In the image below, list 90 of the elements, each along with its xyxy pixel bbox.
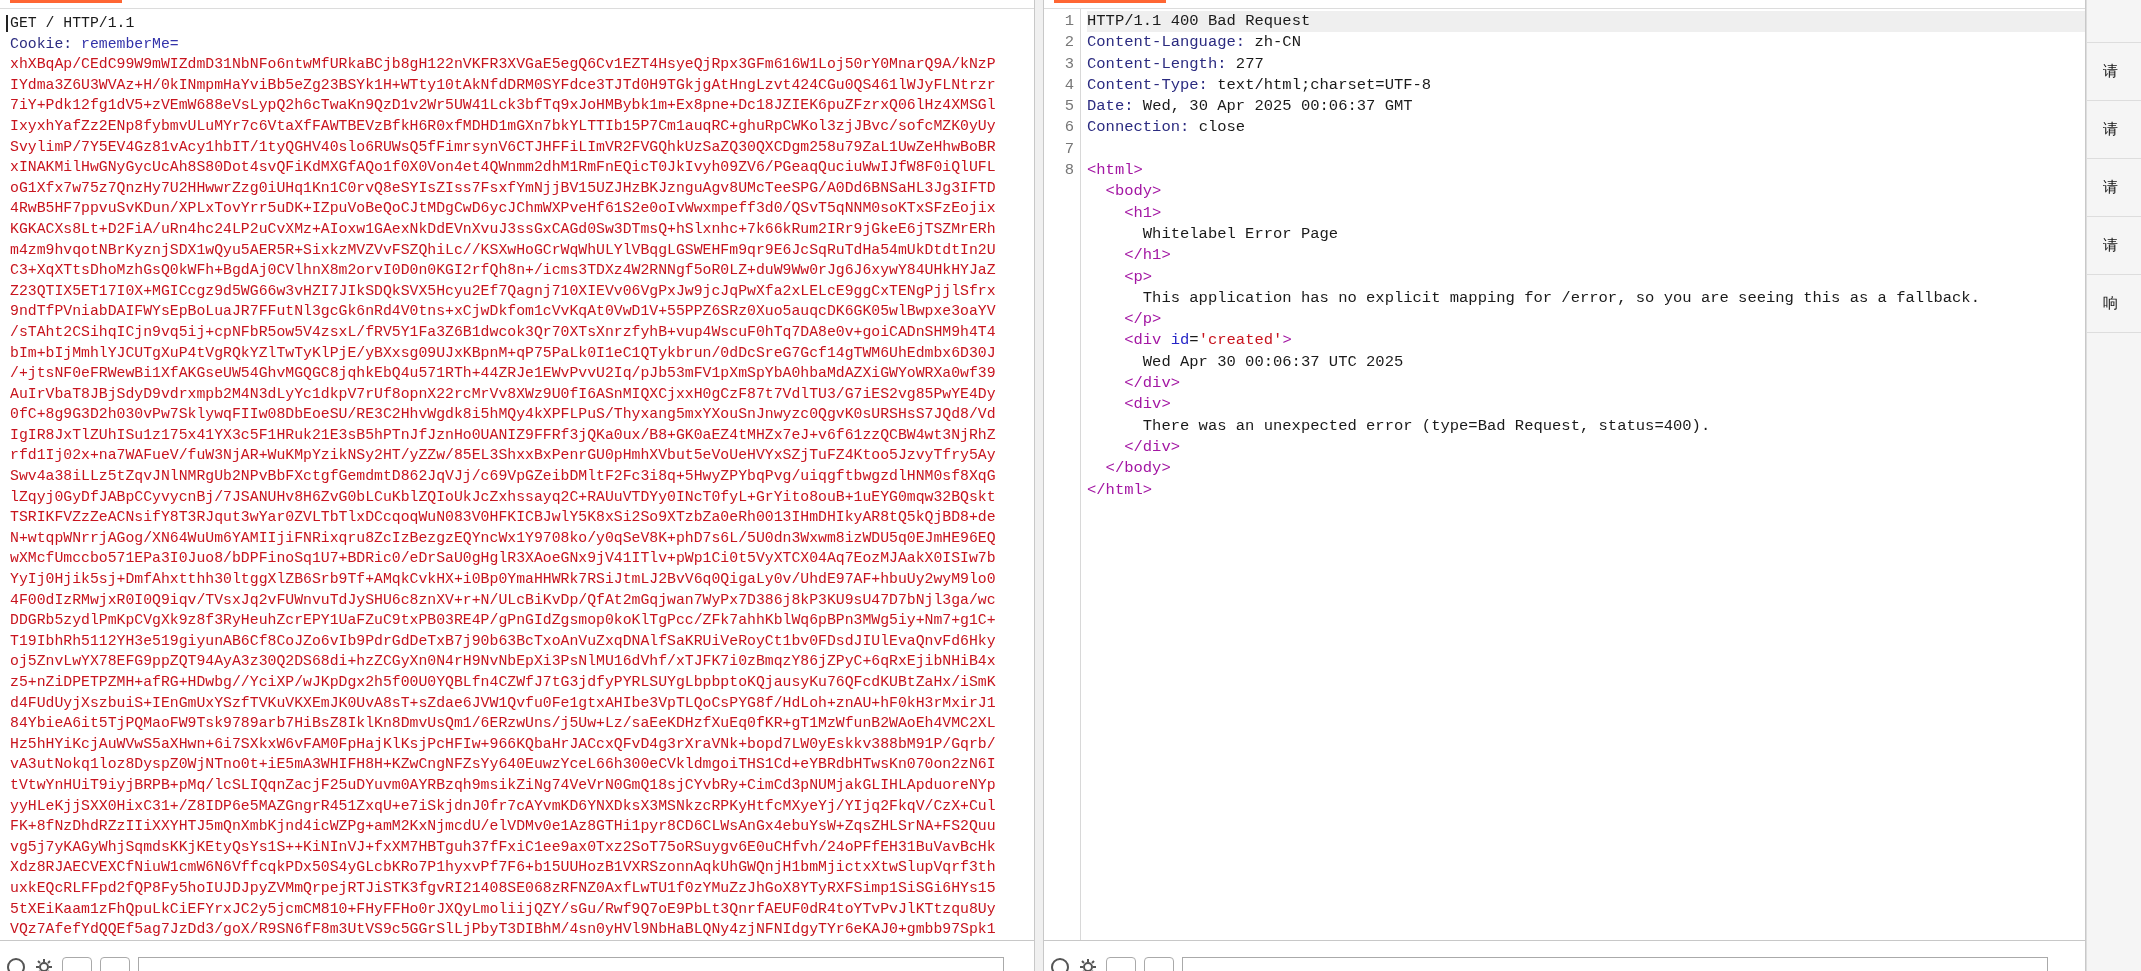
- html-tag: <div>: [1124, 395, 1171, 414]
- cookie-value: lZqyj0GyDfJABpCCyvycnBj/7JSANUHv8H6ZvG0bLCuKblZQIoUkJcZxhssayq2C+RAUuVTDYy0INcT0fyL+GrYito8ouB+1uEYG0mqw32BQskt: [10, 488, 996, 505]
- cookie-value: YyIj0Hjik5sj+DmfAhxtthh30ltggXlZB6Srb9Tf+AMqkCvkHX+i0Bp0YmaHHWRk7RSiJtmLJ2BvV6q0QigaLy0v/UhdE97AF+hbuUy2wyM9lo0: [10, 571, 996, 588]
- html-tag: </h1>: [1124, 246, 1171, 265]
- cookie-value: SvylimP/7Y5EV4Gz81vAcy1hbIT/1tyQGHV40slo6RUWsQ5fFimrsynV6CTJHFFiLImVR2FVGQhkUzSaZQ30QXCDgm258u79ZaL1UwZeHhwBoBR: [10, 138, 996, 155]
- html-tag: <div: [1124, 331, 1162, 350]
- cookie-value: DDGRb5zydlPmKpCVgXk9z8f3RyHeuhZcrEPY1UaFZuC9txPB03RE4P/gPnGIdZgsmop0koKlTgPcc/ZFk7ahhKblWq6pBPn3MWg5iy+Nm7+g1C+: [10, 612, 996, 629]
- cookie-value: Xdz8RJAECVEXCfNiuW1cmW6N6VffcqkPDx50S4yGLcbKRo7P1hyxvPf7F6+b15UUHozB1VXRSzonnAqkUhGWQnjH1bmMjictxXtwSlupVqrf3th: [10, 859, 996, 876]
- help-icon[interactable]: [6, 957, 26, 971]
- attribute-value: 'created': [1198, 331, 1283, 350]
- cookie-value: N+wtqpWNrrjAGog/XN64WuUm6YAMIIjiFNRixqru8ZcIzBezgzEQYncWx1Y9708ko/y0qSeV8K+phD7s6L/5U0dn3Wxwm8izWDU5q0EJmHE96EQ: [10, 529, 996, 546]
- header-value: Wed, 30 Apr 2025 00:06:37 GMT: [1142, 97, 1413, 116]
- html-tag: <html>: [1087, 161, 1143, 180]
- cookie-value: rfd1Ij02x+na7WAFueV/fuW3NjAR+WuKMpYzikNSy2HT/yZZw/85EL3ShxxBxPenrGU0pHmhXVbut5eVoUeHVYxSZjTuFZ4Ktoo5JzvyTfry5Ay: [10, 447, 996, 464]
- cookie-value: oG1Xfx7w75z7QnzHy7U2HHwwrZzg0iUHq1Kn1C0rvQ8eSYIsZIss7FsxfYmNjjBV15UZJHzBKJznguAgv8UMcTeeSPG/A0Dd6BNSaHL3Jg3IFTD: [10, 179, 996, 196]
- header-value: zh-CN: [1254, 33, 1301, 52]
- header-value: close: [1198, 118, 1246, 137]
- cookie-value: m4zm9hvqotNBrKyznjSDX1wQyu5AER5R+SixkzMVZVvFSZQhiLc//KSXwHoGCrWqWhULYlVBqgLGSWEHFm9qr9E6JcSqRuTdHa54mUkDtdtIn2U: [10, 241, 996, 258]
- cookie-value: TSRIKFVZzZeACNsifY8T3RJqut3wYar0ZVLTbTlxDCcqoqWuN083V0HFKICBJwlY5K8xSi2So9XTzbZa0eRh0013IHmDHIkyAR8tQ5kQjBD8+de: [10, 509, 996, 526]
- html-tag: </body>: [1105, 459, 1171, 478]
- cookie-value: tVtwYnHUiT9iyjBRPB+pMq/lcSLIQqnZacjF25uDYuvm0AYRBzqh9msikZiNg74VeVrN0GmQ18sjCYvbRy+CimCd3pNUMjakGLIHLApduoreNYp: [10, 776, 996, 793]
- cookie-value: 5tXEiKaam1zFhQpuLkCiEFYrxJC2y5jcmCM810+FHyFFHo0rJXQyLmoliijQZY/sGu/Rwf9Q7oE9PbLt3QnrfAEUF0dR4toYTvPvJlKTtzqu8Uy: [10, 900, 996, 917]
- gear-icon[interactable]: [34, 957, 54, 971]
- cookie-value: xhXBqAp/CEdC99W9mWIZdmD31NbNFo6ntwMfURkaBCjb8gH122nVKFR3XVGaE5egQ6Cv1EZT4HsyeQjRpx3GFm616W1Loj50rY0MnarQ9A/kNzP: [10, 56, 996, 73]
- cookie-value: IxyxhYafZz2ENp8fybmvULuMYr7c6VtaXfFAWTBEVzBfkH6R0xfMDHD1mGXn7bkYLTTIb15P7Cm1auqRC+ghuRpCWKol3zjJBvc/sofcMZK0yUy: [10, 117, 996, 134]
- line-number: 5: [1063, 96, 1075, 118]
- cookie-value: T19IbhRh5112YH3e519giyunAB6Cf8CoJZo6vIb9PdrGdDeTxB7j90b63BcTxoAnVuZxqDNAlfSaKRUiVeRoyCt1bv0FDsdJIUlEvaQnvFd6Hky: [10, 632, 996, 649]
- help-icon[interactable]: [1050, 957, 1070, 971]
- cookie-value: IYdma3Z6U3WVAz+H/0kINmpmHaYviBb5eZg23BSYk1H+WTty10tAkNfdDRM0SYFdce3TJTd0H9TGkjgAtHngLzvt424CGu0QS461lWJyFLNtrzr: [10, 76, 996, 93]
- header-name: Content-Language:: [1087, 33, 1246, 52]
- line-number: 4: [1063, 74, 1075, 96]
- cookie-value: 4F00dIzRMwjxR0I0Q9iqv/TVsxJq2vFUWnvuTdJySHU6c8znXV+r+N/ULcBiKvDp/QfAt2mGqjwan7WyPx7D386j8kP3KU9sU47D7bNjl3ga/wc: [10, 591, 996, 608]
- header-name: Connection:: [1087, 118, 1190, 137]
- cookie-value: uxkEQcRLFFpd2fQP8Fy5hoIUJDJpyZVMmQrpejRTJiSTK3fgvRI21408SE068zRFNZ0AxfLwTU1f0zYMuZzJhGoX8YTyRXFSimp1SiSGi6HYs15: [10, 879, 996, 896]
- cookie-value: C3+XqXTtsDhoMzhGsQ0kWFh+BgdAj0CVlhnX8m2orvI0D0n0KGI2rfQh8n+/icms3TDXz4W2RNNgf5oR0LZ+duW9Ww0rJg6J6xywY84UHkHYJaZ: [10, 262, 996, 279]
- cookie-value: xINAKMilHwGNyGycUcAh8S80Dot4svQFiKdMXGfAQo1f0X0Von4et4QWnmm2dhM1RmFnEQicT0JkIvyh09ZV6/PGeaqQuciuWwIJfW8F0iQlUFL: [10, 159, 996, 176]
- header-name: Content-Length:: [1087, 54, 1227, 73]
- equals-sign: =: [1189, 331, 1199, 350]
- html-tag: <h1>: [1124, 203, 1162, 222]
- html-tag: <p>: [1124, 267, 1153, 286]
- line-number: 1: [1063, 11, 1075, 32]
- cookie-value: Hz5hHYiKcjAuWVwS5aXHwn+6i7SXkxW6vFAM0FpHajKlKsjPcHFIw+966KQbaHrJACcxQFvD4g3rXraVNk+bopd7LW0yEskkv388bM91P/Gqrb/: [10, 735, 996, 752]
- request-line: GET / HTTP/1.1: [10, 15, 135, 31]
- html-tag: </html>: [1087, 480, 1153, 499]
- cookie-value: Z23QTIX5ET17I0X+MGICcgz9d5WG66w3vHZI7JIkSDQkSVX5Hcyu2Ef7Qagnj710XIEVv06VgPxJw9jcJqPwXfa2xLELcE9ggCxTENgPjjlSfrx: [10, 282, 996, 299]
- cookie-value: z5+nZiDPETPZMH+afRG+HDwbg//YciXP/wJKpDgx2h5f00U0YQBLfn4CZWfJ7tG3jdfyPYRLSUYgLbpbptoKQjausyKu76QFcdKUBtZaHx/iSmK: [10, 674, 996, 690]
- cookie-value: Swv4a38iLLz5tZqvJNlNMRgUb2NPvBbFXctgfGemdmtD862JqVJj/c69VpGZeibDMltF2Fc3i8q+5HwyZPYbqPvg/uiqgftbwgzdlHNM0sf8XqG: [10, 468, 996, 485]
- body-text: Whitelabel Error Page: [1142, 224, 1339, 243]
- body-text: This application has no explicit mapping for /error, so you are seeing this as a fallback.: [1142, 288, 1980, 307]
- cookie-value: oj5ZnvLwYX78EFG9ppZQT94AyA3z30Q2DS68di+hzZCGyXn0N4rH9NvNbEpXi3PsNlMU16dVhf/xTJFK7i0zBmqzY86jZPyC+6qRxEjibNHiB4x: [10, 653, 996, 670]
- line-number: 2: [1063, 32, 1075, 54]
- html-tag: </div>: [1124, 374, 1180, 393]
- cookie-value: KGKACXs8Lt+D2FiA/uRn4hc24LP2uCvXMz+AIoxw1GAexNkDdEVnXvuJ3ssGxCAGd0Sw3DTmsQ+hSlxnhc+7k66kRum2IRr9jGkeE6jTSZMrERh: [10, 220, 996, 237]
- cookie-value: bIm+bIjMmhlYJCUTgXuP4tVgRQkYZlTwTyKlPjE/yBXxsg09UJxKBpnM+qP75PaLk0I1eC1QTykbrun/0dDcSreG7Gcf14gTWM6UhEdmbx6D30J: [10, 344, 996, 361]
- body-text: There was an unexpected error (type=Bad Request, status=400).: [1142, 416, 1711, 435]
- cookie-value: /sTAht2CSihqICjn9vq5ij+cpNFbR5ow5V4zsxL/fRV5Y1Fa3Z6B1dwcok3Qr70XTsXnrzfyhB+vup4WscuF0hTq7DA8e0v+goiCADnSHM9h4T4: [10, 323, 996, 340]
- attribute-name: id: [1170, 331, 1190, 350]
- cookie-value: /+jtsNF0eFRWewBi1XfAKGseUW54GhvMGQGC8jqhkEbQ4u571RTh+44ZRJe1EWvPvvU2Iq/pJb53mFV1pXmSpYbA0hbaMdAZXiGWYoWRXa0wf39: [10, 365, 996, 382]
- cookie-value: 9ndTfPVniabDAIFWYsEpBoLuaJR7FFutNl3gcGk6nRd4V0tns+xCjwDkfom1cVvKqAt0VwD1V+55PPZ6SRz0Xuo5auqcDK6GK05wlBwpxe3oaYV: [10, 303, 996, 320]
- html-tag: </p>: [1124, 310, 1162, 329]
- header-name: Date:: [1087, 97, 1134, 116]
- cookie-value: VQz7AfefYdQQEf5ag7JzDd3/goX/R9SN6fF8m3UtVS9c5GGrSlLjPbyT3DIBhM/4sn0yHVl9NbHaBLQNy4zjNFNIdgyTYr6eKAJ0+gmbb97Spk1: [10, 921, 996, 938]
- cookie-value: 84YbieA6it5TjPQMaoFW9Tsk9789arb7HiBsZ8IklKn8DmvUsQm1/6ERzwUns/j5Uw+Lz/saEeKDHzfXuEq0fKR+gT1MzWfunB2WAoEh4VMC2XL: [10, 715, 996, 732]
- header-value: 277: [1235, 54, 1264, 73]
- html-tag: >: [1282, 331, 1292, 350]
- cookie-value: vg5j7yKAGyWhjSqmdsKKjKEtyQsYs1S++KiNInVJ+fxXM7HBTguh37fFxiC1ee9ax0Txz2SoT75oRSuygv6E0uCHfvh/24oPFfEH31BuVavBcHk: [10, 838, 996, 855]
- line-number: 3: [1063, 53, 1075, 75]
- header-name: Cookie:: [10, 35, 73, 52]
- line-number: 8: [1063, 160, 1075, 182]
- cookie-value: yyHLeKjjSXX0HixC31+/Z8IDP6e5MAZGngrR451ZxqU+e7iSkjdnJ0fr7cAYvmKD6YNXDksX3MSNkzcRPKyHtfcMXyeYj/YIjq2FkqV/CzX+Cul: [10, 797, 996, 814]
- cookie-value: IgIR8JxTlZUhISu1z175x41YX3c5F1HRuk21E3sB5hPTnJfJznHo0UANIZ9FFRf3jQKa0ux/B8+GK0aEZ4tMHZx7eJ+v6f61zzQCBW4wt3NjRhZ: [10, 426, 996, 443]
- gear-icon[interactable]: [1078, 957, 1098, 971]
- cookie-value: 7iY+Pdk12fg1dV5+zVEmW688eVsLypQ2h6cTwaKn9QzD1v2Wr5UW41Lck3bfTq9xJoHMBybk1m+Ex8pne+Dc18JZIEK6puZFzrxQ06lHz4XMSGl: [10, 97, 996, 114]
- line-number: 7: [1063, 138, 1075, 160]
- header-value: text/html;charset=UTF-8: [1217, 75, 1432, 94]
- cookie-value: 4RwB5HF7ppvuSvKDun/XPLxTovYrr5uDK+IZpuVoBeQoCJtMDgCwD6ycJChmWXPveHf61S2e0oIvWwxmpeff3d0/QSvT5qNNM0soKTxSFzEojix: [10, 200, 996, 217]
- cookie-value: wXMcfUmccbo571EPa3I0Juo8/bDPFinoSq1U7+BDRic0/eDrSaU0gHglR3XAoeGNx9jV41ITlv+pWp1Ci0t5VyXTCX04Aq7EozMJAakX0ISIw7b: [10, 550, 996, 567]
- status-line: HTTP/1.1 400 Bad Request: [1087, 12, 1311, 30]
- header-name: Content-Type:: [1087, 75, 1208, 94]
- html-tag: <body>: [1105, 182, 1162, 201]
- cookie-value: d4FUdUyjXszbuiS+IEnGmUxYSzfTVKuVKXEmJK0UvA8sT+sZdae6JVW1Qvfu0Fe1gtxAHIbe3VpTLQoCsPYG8f/HdLoh+znAU+hF0kH3rMxirJ1: [10, 694, 996, 711]
- line-number: 6: [1063, 117, 1075, 139]
- body-text: Wed Apr 30 00:06:37 UTC 2025: [1142, 352, 1404, 371]
- cookie-value: FK+8fNzDhdRZzIIiXXYHTJ5mQnXmbKjnd4icWZPg+amM2KxNjmcdU/elVDMv0e1Az8GTHi1pyr8CD6CLWsAnGx4ebuYsW+ZqsZHLSrNA+FS2Quu: [10, 818, 996, 835]
- html-tag: </div>: [1124, 437, 1180, 456]
- cookie-value: vA3utNokq1loz8DyspZ0WjNTno0t+iE5mA3WHIFH8H+KZwCngNFZsYy640EuwzYceL66h300eCVkldmgoiTHS1Cd+eYBRdbHTwsKn070on2zN6I: [10, 756, 996, 773]
- text-cursor: [6, 14, 8, 32]
- cookie-name: rememberMe=: [81, 35, 179, 52]
- cookie-value: AuIrVbaT8JBjSdyD9vdrxmpb2M4N3dLyYc1dkpV7rUf8opnX22rcMrVv8XWz9U0fI6ASnMIQXCjxxH0gCzF87t7VdlTU3/G7iES2vg85PwYE4Dy: [10, 385, 996, 402]
- cookie-value: 0fC+8g9G3D2h030vPw7SklywqFIIw08DbEoeSU/RE3C2HhvWgdk8i5hMQy4kXPFLPuS/Thyxang5mxYXouSnJnwyzc0QgvK0sURSHsS7JQd8/Vd: [10, 406, 996, 423]
